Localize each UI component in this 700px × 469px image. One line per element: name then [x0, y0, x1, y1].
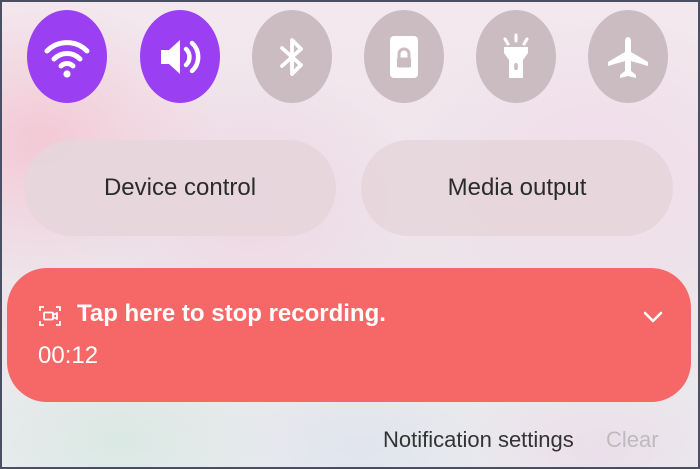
lock-icon: [390, 35, 418, 78]
recording-title: Tap here to stop recording.: [77, 300, 386, 327]
flashlight-toggle[interactable]: [476, 10, 556, 103]
device-control-label: Device control: [103, 174, 257, 201]
sound-toggle[interactable]: [140, 10, 220, 103]
clear-button[interactable]: Clear: [606, 427, 659, 453]
notification-settings-button[interactable]: Notification settings: [383, 427, 574, 453]
volume-icon: [161, 39, 201, 74]
wifi-icon: [44, 39, 90, 78]
airplane-mode-toggle[interactable]: [588, 10, 668, 103]
chevron-down-icon[interactable]: [640, 304, 666, 330]
recording-timer: 00:12: [38, 342, 99, 369]
airplane-icon: [608, 36, 648, 78]
device-control-button[interactable]: Device control: [24, 140, 336, 236]
bluetooth-icon: [280, 37, 303, 76]
screen-recording-notification[interactable]: Tap here to stop recording. 00:12: [7, 268, 691, 402]
bluetooth-toggle[interactable]: [252, 10, 332, 103]
wifi-toggle[interactable]: [27, 10, 107, 103]
media-output-button[interactable]: Media output: [361, 140, 673, 236]
flashlight-icon: [503, 33, 529, 78]
screen-record-icon: [39, 306, 61, 326]
media-output-label: Media output: [447, 174, 587, 201]
rotation-lock-toggle[interactable]: [364, 10, 444, 103]
